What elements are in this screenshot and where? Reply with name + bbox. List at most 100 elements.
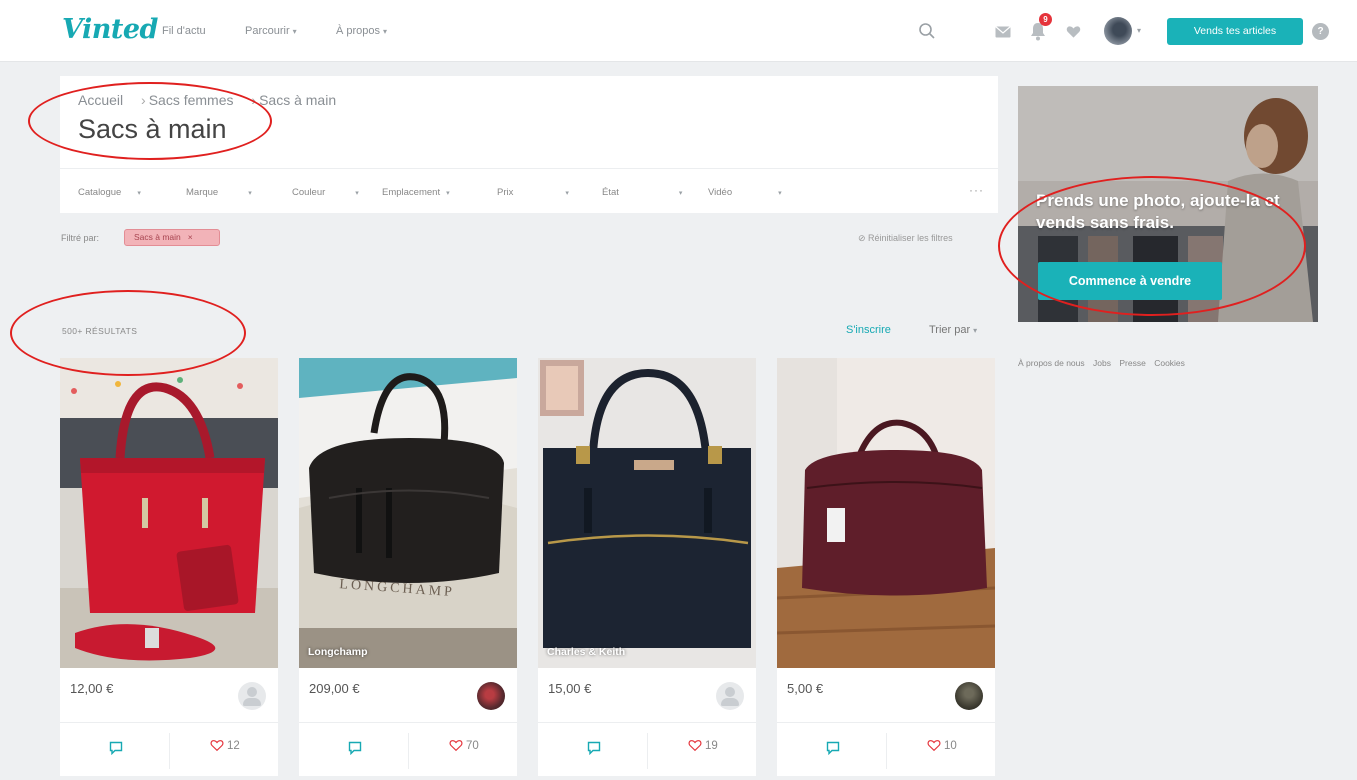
chevron-down-icon: ▾ [383, 27, 388, 36]
filter-label: Prix [497, 187, 514, 198]
search-icon[interactable] [918, 22, 936, 40]
more-filters-button[interactable]: ··· [969, 183, 984, 197]
product-card[interactable]: LONGCHAMP Longchamp 209,00 € 70 [299, 358, 517, 776]
nav-about-menu[interactable]: À propos ▾ [336, 25, 387, 37]
navy-handbag-photo [538, 358, 756, 668]
start-selling-button[interactable]: Commence à vendre [1038, 262, 1222, 300]
catalog-header-card: Accueil › Sacs femmes › Sacs à main Sacs à… [60, 76, 998, 213]
promo-text: Prends une photo, ajoute-la et vends san… [1036, 191, 1280, 232]
filter-label: Vidéo [708, 187, 733, 198]
filter-label: État [602, 187, 619, 198]
chevron-down-icon: ▾ [446, 190, 450, 197]
product-image[interactable]: LONGCHAMP [299, 358, 517, 668]
black-longchamp-bag-photo: LONGCHAMP [299, 358, 517, 668]
chat-icon[interactable] [826, 741, 840, 755]
user-avatar[interactable] [1104, 17, 1132, 45]
active-filter-label: Sacs à main [134, 232, 181, 242]
chevron-down-icon: ▾ [137, 190, 141, 197]
filter-condition[interactable]: État ▾ [602, 187, 682, 198]
filtered-by-label: Filtré par: [61, 233, 100, 243]
chevron-down-icon: ▾ [565, 190, 569, 197]
product-image[interactable] [777, 358, 995, 668]
top-header: Vinted Fil d'actu Parcourir ▾ À propos ▾ 9… [0, 0, 1357, 62]
product-price: 5,00 € [787, 681, 824, 696]
results-count: 500+ RÉSULTATS [62, 326, 138, 336]
chevron-down-icon: ▾ [355, 190, 359, 197]
burgundy-bowling-bag-photo [777, 358, 995, 668]
reset-filters-link[interactable]: ⊘ Réinitialiser les filtres [858, 233, 953, 244]
like-count: 10 [944, 739, 957, 752]
like-button[interactable]: 12 [210, 739, 240, 752]
chat-icon[interactable] [109, 741, 123, 755]
seller-avatar[interactable] [238, 682, 266, 710]
card-actions: 70 [299, 722, 517, 776]
like-button[interactable]: 70 [449, 739, 479, 752]
divider [886, 733, 887, 769]
product-card[interactable]: 5,00 € 10 [777, 358, 995, 776]
filter-color[interactable]: Couleur ▾ [292, 187, 359, 198]
like-count: 19 [705, 739, 718, 752]
chevron-down-icon[interactable]: ▾ [1137, 26, 1141, 35]
heart-icon [927, 740, 941, 752]
product-brand: Longchamp [308, 646, 368, 658]
filter-label: Marque [186, 187, 219, 198]
heart-icon [449, 740, 463, 752]
active-filter-chip[interactable]: Sacs à main × [124, 229, 220, 246]
nav-about-label: À propos [336, 25, 381, 37]
product-card[interactable]: 12,00 € 12 [60, 358, 278, 776]
product-card[interactable]: Charles & Keith 15,00 € 19 [538, 358, 756, 776]
card-actions: 19 [538, 722, 756, 776]
seller-avatar[interactable] [955, 682, 983, 710]
chat-icon[interactable] [587, 741, 601, 755]
chat-icon[interactable] [348, 741, 362, 755]
nav-feed-link[interactable]: Fil d'actu [162, 25, 206, 37]
card-actions: 10 [777, 722, 995, 776]
chevron-down-icon: ▾ [778, 190, 782, 197]
like-button[interactable]: 10 [927, 739, 957, 752]
breadcrumb: Accueil › Sacs femmes › Sacs à main [78, 92, 350, 108]
like-count: 12 [227, 739, 240, 752]
product-brand: Charles & Keith [547, 646, 626, 658]
sort-by-dropdown[interactable]: Trier par ▾ [929, 324, 977, 336]
save-search-link[interactable]: S'inscrire [846, 324, 891, 336]
vinted-logo[interactable]: Vinted [62, 14, 158, 45]
footer-link-press[interactable]: Presse [1119, 358, 1145, 368]
filter-video[interactable]: Vidéo ▾ [708, 187, 782, 198]
breadcrumb-handbags[interactable]: Sacs à main [259, 92, 336, 108]
like-button[interactable]: 19 [688, 739, 718, 752]
filter-price[interactable]: Prix ▾ [497, 187, 569, 198]
seller-avatar[interactable] [716, 682, 744, 710]
nav-browse-label: Parcourir [245, 25, 290, 37]
page-title: Sacs à main [78, 114, 227, 144]
nav-browse-menu[interactable]: Parcourir ▾ [245, 25, 297, 37]
sell-items-button[interactable]: Vends tes articles [1167, 18, 1303, 45]
product-price: 15,00 € [548, 681, 592, 696]
breadcrumb-women-bags[interactable]: Sacs femmes [149, 92, 234, 108]
red-handbag-photo [60, 358, 278, 668]
filter-location[interactable]: Emplacement ▾ [382, 187, 450, 198]
footer-link-cookies[interactable]: Cookies [1154, 358, 1185, 368]
product-image[interactable] [538, 358, 756, 668]
heart-icon [210, 740, 224, 752]
breadcrumb-home[interactable]: Accueil [78, 92, 123, 108]
footer-link-about[interactable]: À propos de nous [1018, 358, 1085, 368]
close-icon[interactable]: × [188, 232, 193, 242]
breadcrumb-separator: › [251, 92, 257, 108]
product-price: 209,00 € [309, 681, 360, 696]
nav-feed-label: Fil d'actu [162, 25, 206, 37]
filter-brand[interactable]: Marque ▾ [186, 187, 252, 198]
filter-label: Couleur [292, 187, 326, 198]
filter-catalog[interactable]: Catalogue ▾ [78, 187, 141, 198]
help-icon[interactable]: ? [1312, 23, 1329, 40]
sell-promo-banner: Prends une photo, ajoute-la et vends san… [1018, 86, 1318, 322]
favorites-heart-icon[interactable] [1066, 25, 1081, 39]
product-price: 12,00 € [70, 681, 114, 696]
seller-avatar[interactable] [477, 682, 505, 710]
product-image[interactable] [60, 358, 278, 668]
notification-badge: 9 [1039, 13, 1052, 26]
divider [647, 733, 648, 769]
chevron-down-icon: ▾ [292, 27, 297, 36]
mail-icon[interactable] [995, 26, 1011, 38]
filter-label: Catalogue [78, 187, 122, 198]
footer-link-jobs[interactable]: Jobs [1093, 358, 1111, 368]
